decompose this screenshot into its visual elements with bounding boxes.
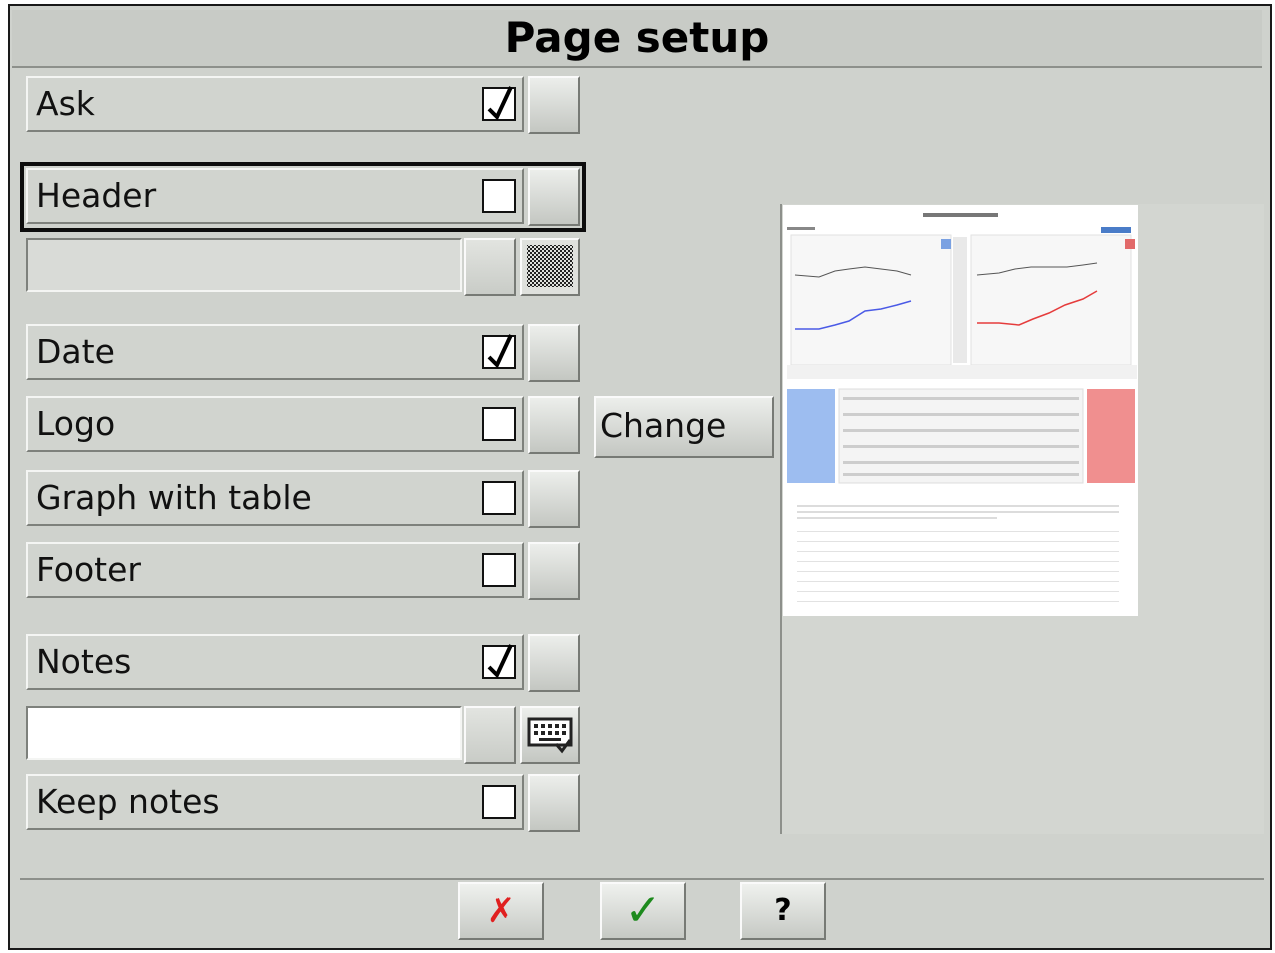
cancel-button[interactable]: ✗ bbox=[458, 882, 544, 940]
keyboard-icon bbox=[527, 717, 573, 754]
option-date[interactable]: Date bbox=[26, 324, 524, 380]
graph-with-table-checkbox[interactable] bbox=[482, 481, 516, 515]
checkmark-icon bbox=[487, 644, 513, 679]
option-keep-notes[interactable]: Keep notes bbox=[26, 774, 524, 830]
option-logo[interactable]: Logo bbox=[26, 396, 524, 452]
checkmark-icon: ✓ bbox=[624, 885, 662, 936]
keep-notes-option-button[interactable] bbox=[528, 774, 580, 832]
logo-option-button[interactable] bbox=[528, 396, 580, 454]
option-header-label: Header bbox=[36, 176, 157, 215]
keep-notes-checkbox[interactable] bbox=[482, 785, 516, 819]
notes-text-field[interactable] bbox=[26, 706, 462, 760]
help-button[interactable]: ? bbox=[740, 882, 826, 940]
pattern-icon bbox=[527, 245, 573, 287]
logo-checkbox[interactable] bbox=[482, 407, 516, 441]
dialog-title: Page setup bbox=[12, 10, 1262, 68]
footer-option-button[interactable] bbox=[528, 542, 580, 600]
checkmark-icon bbox=[487, 86, 513, 121]
date-checkbox[interactable] bbox=[482, 334, 516, 369]
pattern-button[interactable] bbox=[520, 238, 580, 296]
option-footer-label: Footer bbox=[36, 550, 141, 589]
date-option-button[interactable] bbox=[528, 324, 580, 382]
option-notes-label: Notes bbox=[36, 642, 132, 681]
option-ask[interactable]: Ask bbox=[26, 76, 524, 132]
option-ask-label: Ask bbox=[36, 84, 95, 123]
option-keep-notes-label: Keep notes bbox=[36, 782, 220, 821]
option-notes[interactable]: Notes bbox=[26, 634, 524, 690]
page-preview bbox=[783, 205, 1138, 616]
option-date-label: Date bbox=[36, 332, 115, 371]
ask-option-button[interactable] bbox=[528, 76, 580, 134]
option-graph-with-table-label: Graph with table bbox=[36, 478, 312, 517]
checkmark-icon bbox=[487, 334, 513, 369]
header-text-field[interactable] bbox=[26, 238, 462, 292]
option-footer[interactable]: Footer bbox=[26, 542, 524, 598]
keyboard-button[interactable] bbox=[520, 706, 580, 764]
notes-checkbox[interactable] bbox=[482, 644, 516, 679]
header-checkbox[interactable] bbox=[482, 179, 516, 213]
option-graph-with-table[interactable]: Graph with table bbox=[26, 470, 524, 526]
header-field-button[interactable] bbox=[464, 238, 516, 296]
page-preview-thumbnail bbox=[787, 213, 1137, 602]
change-logo-button[interactable]: Change bbox=[594, 396, 774, 458]
footer-checkbox[interactable] bbox=[482, 553, 516, 587]
help-label: ? bbox=[774, 893, 792, 928]
option-logo-label: Logo bbox=[36, 404, 116, 443]
bottom-divider bbox=[20, 878, 1264, 880]
ask-checkbox[interactable] bbox=[482, 86, 516, 121]
graph-with-table-option-button[interactable] bbox=[528, 470, 580, 528]
notes-option-button[interactable] bbox=[528, 634, 580, 692]
option-header[interactable]: Header bbox=[26, 168, 524, 224]
cancel-icon: ✗ bbox=[486, 891, 516, 931]
ok-button[interactable]: ✓ bbox=[600, 882, 686, 940]
notes-field-button[interactable] bbox=[464, 706, 516, 764]
header-option-button[interactable] bbox=[528, 168, 580, 226]
